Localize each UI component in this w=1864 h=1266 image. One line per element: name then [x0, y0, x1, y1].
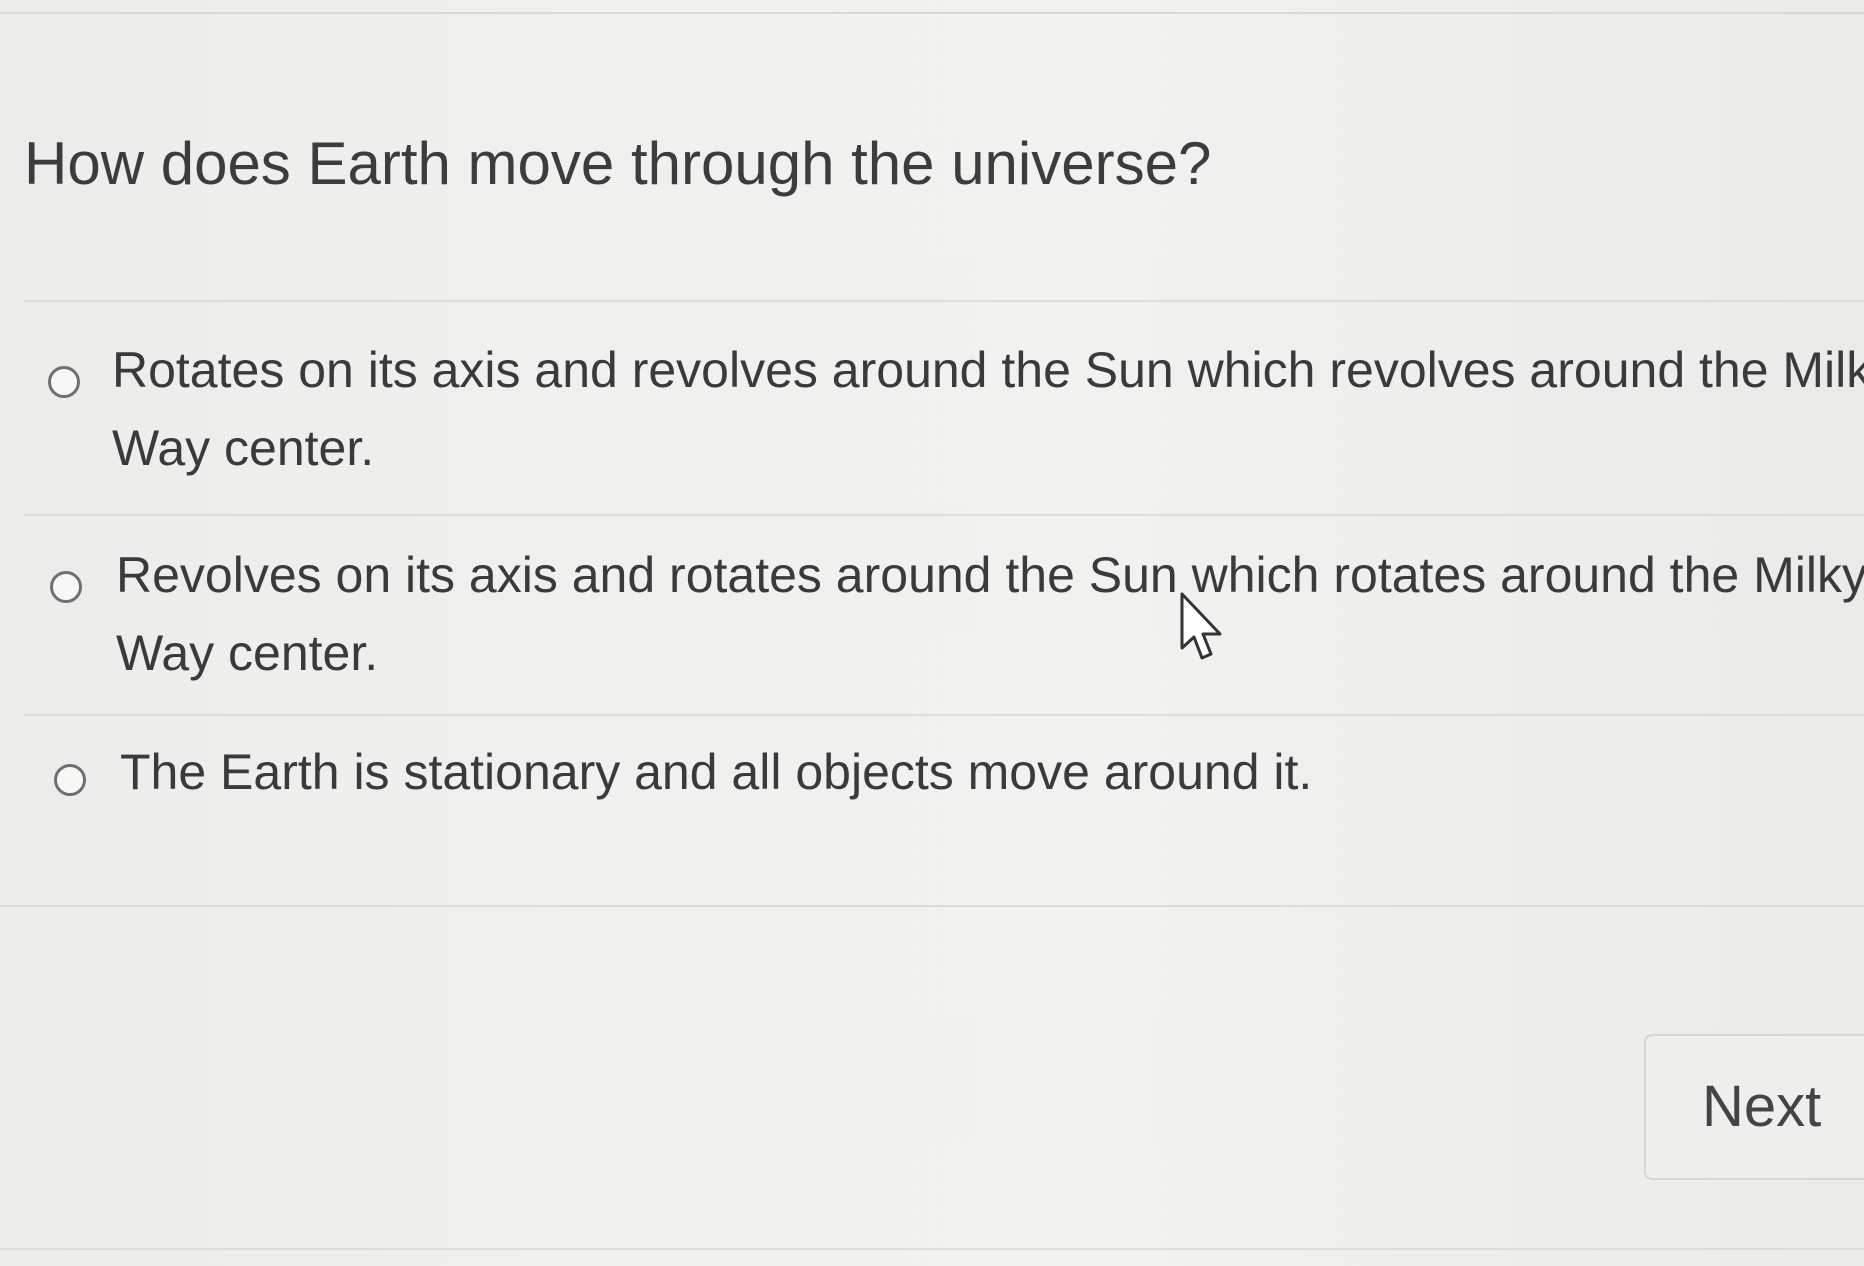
radio-unselected-icon[interactable]	[50, 571, 82, 603]
divider	[0, 905, 1864, 907]
divider	[24, 714, 1864, 716]
question-text: How does Earth move through the universe…	[24, 130, 1212, 197]
option-3-line-1: The Earth is stationary and all objects …	[120, 744, 1313, 800]
divider	[24, 300, 1864, 302]
option-2-line-2: Way center.	[116, 625, 379, 681]
divider	[0, 1248, 1864, 1250]
option-1-line-1: Rotates on its axis and revolves around …	[112, 342, 1864, 398]
answer-option-3[interactable]: The Earth is stationary and all objects …	[0, 732, 1864, 832]
answer-option-2[interactable]: Revolves on its axis and rotates around …	[0, 535, 1864, 715]
answer-option-1[interactable]: Rotates on its axis and revolves around …	[0, 330, 1864, 510]
next-button[interactable]: Next	[1644, 1034, 1864, 1180]
radio-unselected-icon[interactable]	[54, 764, 86, 796]
option-1-line-2: Way center.	[112, 420, 375, 476]
mouse-pointer-icon	[1180, 592, 1222, 660]
radio-unselected-icon[interactable]	[48, 366, 80, 398]
option-2-line-1: Revolves on its axis and rotates around …	[116, 547, 1864, 603]
divider	[24, 514, 1864, 516]
top-border	[0, 0, 1864, 14]
